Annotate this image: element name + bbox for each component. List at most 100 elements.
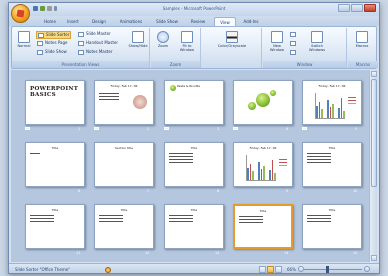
slide-thumbnail-4[interactable]	[233, 80, 293, 125]
scroll-up-arrow-icon[interactable]	[371, 71, 377, 77]
move-split-icon[interactable]	[290, 49, 296, 55]
show-hide-icon	[132, 31, 144, 43]
fit-to-window-button[interactable]: Fit to Window	[175, 31, 199, 52]
slide-thumbnail-7[interactable]: Section title	[94, 142, 154, 187]
tab-home[interactable]: Home	[39, 17, 61, 26]
slide-circle-image	[248, 102, 256, 110]
macros-button[interactable]: Macros	[352, 31, 372, 48]
maximize-button[interactable]	[351, 4, 363, 12]
slide-text	[30, 153, 40, 156]
new-window-button[interactable]: New Window	[266, 31, 288, 52]
tab-add-ins[interactable]: Add-Ins	[238, 17, 264, 26]
zoom-level[interactable]: 66%	[287, 267, 296, 272]
slide-thumbnail-14[interactable]: Title	[233, 204, 293, 249]
cascade-icon[interactable]	[290, 40, 296, 46]
slide-thumbnail-8[interactable]: Title	[164, 142, 224, 187]
slide-thumbnail-5[interactable]: Friday, Feb 17, 06	[302, 80, 362, 125]
slide-text	[169, 215, 193, 224]
slide-number: 10	[353, 189, 358, 193]
tab-review[interactable]: Review	[185, 17, 211, 26]
slide-thumbnail-1[interactable]: POWERPOINT BASICS	[25, 80, 85, 125]
slide-image	[170, 85, 176, 91]
vertical-scrollbar[interactable]	[369, 70, 377, 262]
slide-number: 15	[353, 251, 358, 255]
tab-view[interactable]: View	[214, 17, 236, 26]
slide-number: 12	[145, 251, 150, 255]
slide-thumbnail-12[interactable]: Title	[94, 204, 154, 249]
handout-master-button[interactable]: Handout Master	[78, 40, 118, 46]
slide-sorter-shortcut-icon[interactable]	[267, 266, 274, 273]
handout-master-icon	[78, 40, 84, 46]
slide-thumbnail-9[interactable]: Friday, Feb 17, 06	[233, 142, 293, 187]
slide-transition-icon	[233, 127, 238, 130]
slide-thumbnail-2[interactable]: Friday, Feb 17, 06	[94, 80, 154, 125]
slide-thumbnail-3[interactable]: Pasta & Ricotta	[164, 80, 224, 125]
slide-show-button[interactable]: Slide Show	[37, 49, 67, 55]
arrange-all-icon[interactable]	[290, 31, 296, 37]
slide-master-icon	[78, 31, 84, 37]
slide-sorter-button[interactable]: Slide Sorter	[36, 31, 72, 39]
slide-show-shortcut-icon[interactable]	[275, 266, 282, 273]
slide-title: Section title	[115, 146, 133, 150]
slide-number: 1	[78, 127, 81, 131]
ribbon: Normal Slide Sorter Notes Page Slide Sho…	[11, 26, 378, 69]
color-grayscale-icon	[226, 31, 238, 43]
zoom-button[interactable]: Zoom	[153, 31, 173, 48]
tab-insert[interactable]: Insert	[62, 17, 84, 26]
office-button[interactable]	[11, 4, 30, 23]
normal-view-icon	[18, 31, 30, 43]
new-window-icon	[271, 31, 283, 43]
title-bar: Samples - Microsoft PowerPoint	[9, 3, 379, 16]
slide-transition-icon	[25, 127, 30, 130]
switch-windows-button[interactable]: Switch Windows	[303, 31, 331, 52]
slide-thumbnail-13[interactable]: Title	[164, 204, 224, 249]
slide-title: POWERPOINT BASICS	[30, 86, 79, 98]
switch-windows-icon	[311, 31, 323, 43]
notes-master-icon	[78, 49, 84, 55]
slide-thumbnail-11[interactable]: Title	[25, 204, 85, 249]
slide-number: 6	[78, 189, 81, 193]
slide-transition-icon	[164, 127, 169, 130]
magnifier-icon	[157, 31, 169, 43]
tab-animations[interactable]: Animations	[114, 17, 148, 26]
close-button[interactable]	[364, 4, 376, 12]
zoom-slider[interactable]	[304, 269, 362, 270]
slide-chart-legend	[279, 159, 287, 168]
slide-thumbnail-10[interactable]: Title	[302, 142, 362, 187]
slide-title: Title	[51, 208, 59, 212]
slide-circle-image	[270, 90, 276, 96]
slide-number: 8	[217, 189, 220, 193]
group-window: New Window Switch Windows Window	[263, 28, 347, 68]
slide-number: 11	[76, 251, 81, 255]
color-grayscale-button[interactable]: Color/Grayscale	[212, 31, 252, 48]
minimize-button[interactable]	[338, 4, 350, 12]
zoom-slider-thumb[interactable]	[326, 266, 329, 273]
slide-thumbnail-15[interactable]: Title	[302, 204, 362, 249]
show-hide-button[interactable]: Show/Hide	[126, 31, 150, 48]
window-title: Samples - Microsoft PowerPoint	[162, 6, 226, 11]
tab-design[interactable]: Design	[86, 17, 112, 26]
notes-page-button[interactable]: Notes Page	[37, 40, 68, 46]
normal-view-shortcut-icon[interactable]	[259, 266, 266, 273]
macros-icon	[356, 31, 368, 43]
group-color-grayscale: Color/Grayscale	[202, 28, 262, 68]
slide-sorter-pane[interactable]: POWERPOINT BASICS Friday, Feb 17, 06 Pas…	[11, 70, 369, 262]
status-view-theme: Slide Sorter "Office Theme"	[15, 267, 71, 272]
normal-view-button[interactable]: Normal	[14, 31, 34, 48]
zoom-in-icon[interactable]	[364, 266, 370, 272]
slide-title: Title	[328, 208, 336, 212]
scrollbar-thumb[interactable]	[371, 79, 377, 187]
ribbon-tabs: Home Insert Design Animations Slide Show…	[9, 16, 379, 26]
slide-text	[307, 153, 331, 165]
scroll-down-arrow-icon[interactable]	[371, 255, 377, 261]
tab-slide-show[interactable]: Slide Show	[151, 17, 183, 26]
slide-text	[99, 93, 119, 102]
group-label-zoom: Zoom	[151, 61, 200, 68]
slide-chart	[315, 93, 346, 119]
notes-master-button[interactable]: Notes Master	[78, 49, 112, 55]
slide-chart	[246, 155, 277, 181]
slide-thumbnail-6[interactable]: Title	[25, 142, 85, 187]
spell-check-icon[interactable]	[105, 267, 111, 273]
window-controls	[338, 4, 376, 12]
slide-master-button[interactable]: Slide Master	[78, 31, 111, 37]
